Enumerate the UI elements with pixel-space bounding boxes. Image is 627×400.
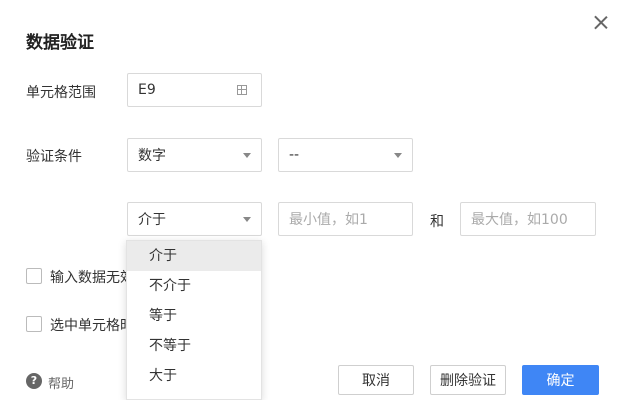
delete-validation-button[interactable]: 删除验证 xyxy=(430,365,506,395)
condition-type-value: 数字 xyxy=(138,148,166,164)
invalid-input-checkbox[interactable] xyxy=(26,268,42,284)
range-label: 单元格范围 xyxy=(26,85,96,101)
operator-dropdown-menu: 介于 不介于 等于 不等于 大于 xyxy=(126,240,262,400)
condition-label: 验证条件 xyxy=(26,149,82,165)
operator-select[interactable]: 介于 xyxy=(127,202,262,236)
dialog-title: 数据验证 xyxy=(26,33,94,53)
and-label: 和 xyxy=(430,214,444,230)
chevron-down-icon xyxy=(243,217,251,222)
dropdown-item-not-between[interactable]: 不介于 xyxy=(127,271,261,301)
help-link[interactable]: 帮助 xyxy=(48,373,74,392)
ok-button[interactable]: 确定 xyxy=(522,365,599,395)
data-validation-dialog: 数据验证 单元格范围 E9 验证条件 数字 -- 介于 最小值，如1 和 最大值… xyxy=(0,0,627,400)
chevron-down-icon xyxy=(243,153,251,158)
select-cell-label: 选中单元格时 xyxy=(50,318,134,334)
dropdown-item-between[interactable]: 介于 xyxy=(127,241,261,271)
max-placeholder: 最大值，如100 xyxy=(471,212,568,228)
min-placeholder: 最小值，如1 xyxy=(289,212,368,228)
condition-sub-value: -- xyxy=(289,147,300,163)
select-cell-checkbox[interactable] xyxy=(26,316,42,332)
dropdown-item-greater-than[interactable]: 大于 xyxy=(127,361,261,391)
invalid-input-label: 输入数据无效 xyxy=(50,270,134,286)
cancel-button[interactable]: 取消 xyxy=(338,365,414,395)
close-icon[interactable] xyxy=(590,12,612,34)
dropdown-item-not-equal[interactable]: 不等于 xyxy=(127,331,261,361)
max-value-input[interactable]: 最大值，如100 xyxy=(460,202,596,236)
range-value: E9 xyxy=(138,82,156,98)
min-value-input[interactable]: 最小值，如1 xyxy=(278,202,413,236)
dropdown-item-equal[interactable]: 等于 xyxy=(127,301,261,331)
range-input[interactable]: E9 xyxy=(127,73,262,107)
help-icon[interactable]: ? xyxy=(26,373,42,389)
grid-icon[interactable] xyxy=(237,85,247,95)
condition-type-select[interactable]: 数字 xyxy=(127,138,262,172)
condition-sub-select[interactable]: -- xyxy=(278,138,413,172)
operator-value: 介于 xyxy=(138,212,166,228)
chevron-down-icon xyxy=(394,153,402,158)
